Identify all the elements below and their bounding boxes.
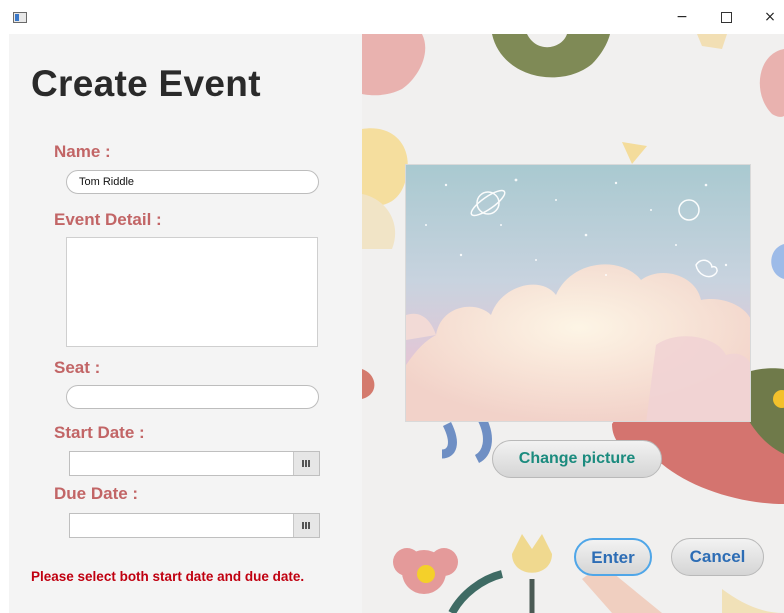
- seat-label: Seat :: [54, 358, 101, 377]
- calendar-icon: [302, 522, 310, 529]
- due-date-picker[interactable]: [69, 513, 320, 538]
- page-title: Create Event: [31, 63, 261, 104]
- event-picture: [405, 164, 751, 422]
- maximize-icon: [720, 11, 732, 23]
- error-message: Please select both start date and due da…: [31, 569, 305, 584]
- maximize-button[interactable]: [706, 4, 746, 30]
- event-detail-textarea[interactable]: [66, 237, 318, 347]
- calendar-icon: [302, 460, 310, 467]
- name-label: Name :: [54, 142, 111, 161]
- close-button[interactable]: ×: [750, 4, 784, 30]
- enter-button[interactable]: Enter: [574, 538, 652, 576]
- sky-clouds-image: [406, 165, 750, 421]
- name-input[interactable]: Tom Riddle: [66, 170, 319, 194]
- cancel-button[interactable]: Cancel: [671, 538, 764, 576]
- start-date-calendar-button[interactable]: [293, 452, 319, 475]
- start-date-picker[interactable]: [69, 451, 320, 476]
- window-titlebar: − ×: [0, 0, 784, 34]
- event-detail-label: Event Detail :: [54, 210, 162, 229]
- seat-input[interactable]: [66, 385, 319, 409]
- start-date-label: Start Date :: [54, 423, 145, 442]
- due-date-calendar-button[interactable]: [293, 514, 319, 537]
- app-icon: [13, 12, 27, 23]
- minimize-button[interactable]: −: [662, 4, 702, 30]
- change-picture-button[interactable]: Change picture: [492, 440, 662, 478]
- due-date-label: Due Date :: [54, 484, 139, 503]
